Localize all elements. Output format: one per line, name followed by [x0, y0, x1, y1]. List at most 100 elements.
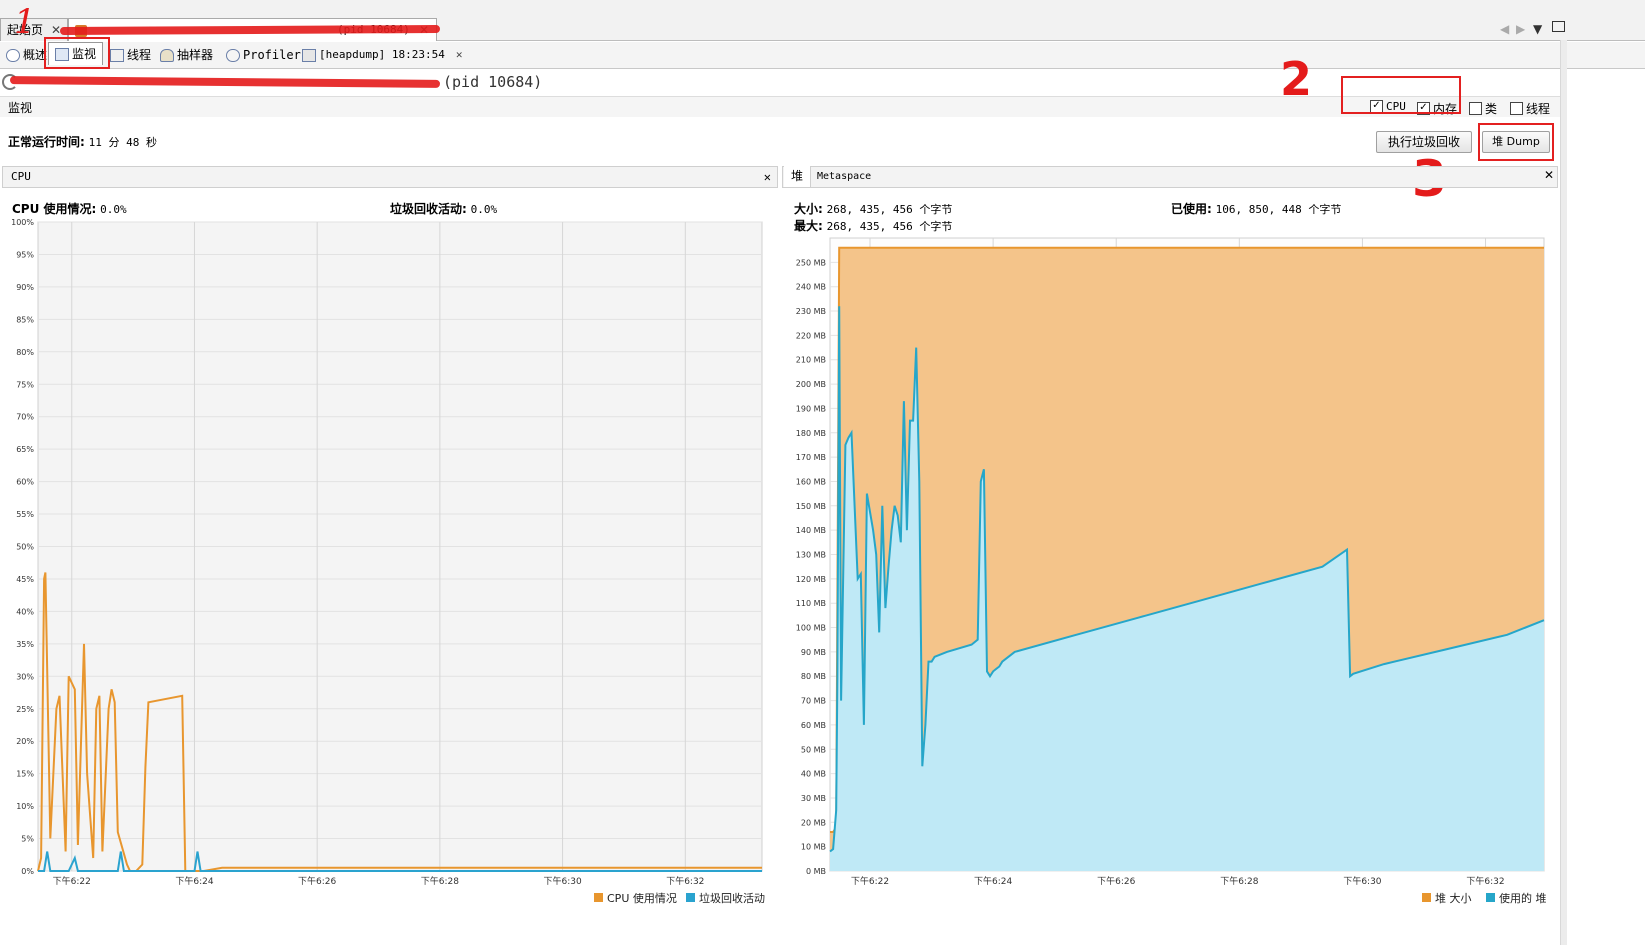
cpu-usage-value: 0.0% [100, 203, 127, 216]
monitor-section-title: 监视 [8, 101, 33, 115]
y-tick-label: 65% [16, 445, 34, 454]
close-icon[interactable]: ✕ [1544, 168, 1554, 182]
y-tick-label: 60% [16, 478, 34, 487]
tab-heap[interactable]: 堆 [784, 166, 812, 187]
y-tick-label: 70 MB [801, 697, 826, 706]
tab-list-dropdown-icon[interactable]: ▼ [1533, 22, 1542, 36]
y-tick-label: 110 MB [796, 599, 826, 608]
legend-label: 垃圾回收活动 [699, 891, 765, 905]
y-tick-label: 55% [16, 510, 34, 519]
x-tick-label: 下午6:30 [543, 875, 581, 887]
gc-activity-stat: 垃圾回收活动: 0.0% [390, 200, 497, 217]
legend-label: 使用的 堆 [1499, 891, 1547, 905]
y-tick-label: 130 MB [796, 551, 826, 560]
heap-chart: 0 MB 10 MB 20 MB 30 MB 40 MB 50 MB 60 MB 70 MB 8… [796, 237, 1547, 905]
tab-metaspace[interactable]: Metaspace [817, 168, 871, 186]
legend-label: CPU 使用情况 [607, 892, 677, 905]
y-tick-label: 40% [16, 607, 34, 616]
y-tick-label: 160 MB [796, 477, 826, 486]
tab-sampler-label: 抽样器 [177, 48, 214, 62]
gc-activity-value: 0.0% [470, 203, 498, 216]
y-tick-label: 140 MB [796, 526, 826, 535]
uptime-label: 正常运行时间: [8, 135, 85, 149]
y-tick-label: 10 MB [801, 843, 826, 852]
heap-size-stat: 大小: 268, 435, 456 个字节 [794, 200, 952, 217]
y-tick-label: 0 MB [806, 867, 826, 876]
tab-scroll-left-icon[interactable]: ◀ [1500, 22, 1509, 36]
cpu-chart: 0% 5% 10% 15% 20% 25% 30% 35% 40% 45% 50% 55% 60% 65%… [11, 218, 765, 905]
heap-size-value: 268, 435, 456 个字节 [826, 203, 953, 216]
threads-icon [110, 48, 124, 62]
y-tick-label: 0% [21, 867, 34, 876]
x-tick-label: 下午6:24 [974, 875, 1012, 887]
process-title: (pid 10684) [443, 73, 543, 91]
tab-heapdump[interactable]: [heapdump] 18:23:54 ✕ [296, 44, 468, 66]
x-tick-label: 下午6:32 [666, 875, 704, 887]
y-tick-label: 200 MB [796, 380, 826, 389]
heap-size-label: 大小: [794, 202, 823, 216]
cpu-panel-header: CPU ✕ [2, 166, 778, 188]
y-tick-label: 30% [16, 672, 34, 681]
legend-label: 堆 大小 [1435, 891, 1472, 905]
y-tick-label: 150 MB [796, 502, 826, 511]
tab-heapdump-label: [heapdump] 18:23:54 [319, 48, 445, 61]
y-tick-label: 190 MB [796, 404, 826, 413]
sampler-icon [160, 48, 174, 62]
y-tick-label: 230 MB [796, 307, 826, 316]
y-tick-label: 50 MB [801, 745, 826, 754]
annotation-number-2: 2 [1280, 52, 1313, 106]
y-tick-label: 90 MB [801, 648, 826, 657]
heapdump-icon [302, 48, 316, 62]
clock-icon [226, 48, 240, 62]
classes-checkbox[interactable]: 类 [1469, 100, 1497, 117]
close-icon[interactable]: ✕ [456, 44, 463, 66]
maximize-window-icon[interactable] [1552, 21, 1565, 32]
redaction-scribble [9, 76, 441, 88]
y-tick-label: 85% [16, 315, 34, 324]
x-tick-label: 下午6:24 [175, 875, 213, 887]
y-tick-label: 210 MB [796, 356, 826, 365]
y-tick-label: 30 MB [801, 794, 826, 803]
y-tick-label: 75% [16, 380, 34, 389]
gc-activity-label: 垃圾回收活动: [390, 202, 467, 216]
y-tick-label: 40 MB [801, 770, 826, 779]
checkbox-empty-icon [1469, 102, 1482, 115]
annotation-box-monitor [44, 37, 110, 69]
y-tick-label: 180 MB [796, 429, 826, 438]
heap-panel-header [782, 166, 1558, 188]
y-tick-label: 45% [16, 575, 34, 584]
tab-threads-label: 线程 [127, 48, 152, 62]
legend-swatch [1422, 893, 1431, 902]
classes-checkbox-label: 类 [1485, 102, 1498, 116]
y-tick-label: 35% [16, 640, 34, 649]
x-tick-label: 下午6:28 [1220, 875, 1258, 887]
heap-used-stat: 已使用: 106, 850, 448 个字节 [1171, 200, 1341, 217]
tab-sampler[interactable]: 抽样器 [154, 44, 219, 66]
threads-checkbox[interactable]: 线程 [1510, 100, 1550, 117]
tab-scroll-right-icon[interactable]: ▶ [1516, 22, 1525, 36]
x-tick-label: 下午6:28 [421, 875, 459, 887]
vertical-scrollbar[interactable] [1560, 40, 1567, 945]
uptime: 正常运行时间: 11 分 48 秒 [8, 133, 157, 150]
x-tick-label: 下午6:26 [1097, 875, 1135, 887]
y-tick-label: 20% [16, 737, 34, 746]
y-tick-label: 95% [16, 250, 34, 259]
annotation-box-checkboxes [1341, 76, 1461, 114]
annotation-number-1: 1 [14, 2, 36, 42]
x-tick-label: 下午6:22 [53, 875, 91, 887]
y-tick-label: 250 MB [796, 258, 826, 267]
x-tick-label: 下午6:30 [1343, 875, 1381, 887]
tab-profiler[interactable]: Profiler [220, 44, 307, 66]
close-icon[interactable]: ✕ [764, 167, 771, 187]
cpu-panel-title: CPU [11, 170, 31, 183]
threads-checkbox-label: 线程 [1526, 102, 1551, 116]
y-tick-label: 15% [16, 770, 34, 779]
x-tick-label: 下午6:26 [298, 875, 336, 887]
info-icon [6, 48, 20, 62]
y-tick-label: 25% [16, 705, 34, 714]
y-tick-label: 80 MB [801, 672, 826, 681]
y-tick-label: 70% [16, 413, 34, 422]
annotation-box-heapdump [1478, 123, 1554, 161]
y-tick-label: 20 MB [801, 818, 826, 827]
tab-threads[interactable]: 线程 [104, 44, 157, 66]
